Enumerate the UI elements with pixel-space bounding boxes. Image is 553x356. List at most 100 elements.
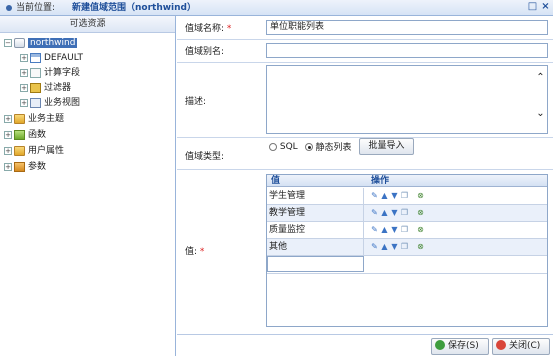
type-option-static-list: 静态列表 (315, 143, 352, 153)
table-row[interactable]: 学生管理 ✎ ▲ ▼ ❐ ⊗ (267, 188, 547, 205)
copy-icon[interactable]: ❐ (400, 191, 409, 200)
row-divider (177, 169, 553, 170)
description-textarea[interactable]: ⌃ ⌄ (266, 65, 548, 134)
tree-item-filters[interactable]: + 过滤器 (20, 81, 71, 95)
user-attribute-icon (14, 145, 25, 156)
tree-item-northwind[interactable]: − northwind (4, 36, 78, 50)
tree-header: 可选资源 (0, 16, 175, 33)
tree-item-label: 过滤器 (44, 83, 72, 93)
move-down-icon[interactable]: ▼ (390, 191, 399, 200)
value-cell[interactable]: 质量监控 (268, 222, 364, 238)
restore-window-icon[interactable]: □ (527, 2, 538, 13)
expand-icon[interactable]: + (4, 130, 12, 139)
move-down-icon[interactable]: ▼ (390, 225, 399, 234)
save-button-label: 保存(S) (448, 341, 479, 351)
save-icon (435, 339, 445, 350)
save-button[interactable]: 保存(S) (431, 338, 489, 355)
expand-icon[interactable]: + (4, 162, 12, 171)
expand-icon[interactable]: + (4, 114, 12, 123)
title-bar: 当前位置: 新建值域范围（northwind） □ × (0, 0, 553, 16)
row-divider (177, 62, 553, 63)
tree-item-business-views[interactable]: + 业务视图 (20, 96, 80, 110)
view-icon (30, 97, 41, 108)
column-header-actions: 操作 (371, 176, 390, 186)
table-icon (30, 52, 41, 63)
edit-icon[interactable]: ✎ (370, 225, 379, 234)
filter-icon (30, 82, 41, 93)
table-row[interactable]: 质量监控 ✎ ▲ ▼ ❐ ⊗ (267, 222, 547, 239)
name-label-text: 值域名称: (185, 24, 225, 34)
copy-icon[interactable]: ❐ (400, 208, 409, 217)
type-radio-static-list[interactable] (304, 142, 313, 151)
move-up-icon[interactable]: ▲ (380, 225, 389, 234)
expand-icon[interactable]: + (20, 68, 28, 77)
scroll-up-icon[interactable]: ⌃ (535, 72, 546, 83)
edit-icon[interactable]: ✎ (370, 191, 379, 200)
copy-icon[interactable]: ❐ (400, 225, 409, 234)
expand-icon[interactable]: + (20, 98, 28, 107)
grid-header: 值 操作 (267, 175, 547, 187)
row-actions: ✎ ▲ ▼ ❐ ⊗ (370, 242, 426, 252)
type-radio-group: SQL 静态列表 (269, 140, 355, 153)
range-name-input[interactable]: 单位职能列表 (266, 20, 548, 35)
location-bullet-icon (6, 5, 12, 11)
value-cell[interactable]: 其他 (268, 239, 364, 255)
delete-icon[interactable]: ⊗ (416, 191, 425, 200)
table-row[interactable]: 其他 ✎ ▲ ▼ ❐ ⊗ (267, 239, 547, 256)
tree-item-label: 业务视图 (44, 98, 81, 108)
tree-item-calculated-fields[interactable]: + 计算字段 (20, 66, 80, 80)
tree-item-functions[interactable]: + 函数 (4, 128, 46, 142)
move-up-icon[interactable]: ▲ (380, 191, 389, 200)
tree-item-label: 计算字段 (44, 68, 81, 78)
type-radio-sql[interactable] (269, 142, 277, 151)
move-down-icon[interactable]: ▼ (390, 208, 399, 217)
tree-item-label: 函数 (28, 130, 47, 140)
table-row[interactable]: 教学管理 ✎ ▲ ▼ ❐ ⊗ (267, 205, 547, 222)
expand-icon[interactable]: + (20, 53, 28, 62)
new-value-input[interactable] (267, 256, 364, 272)
collapse-icon[interactable]: − (4, 38, 12, 47)
move-down-icon[interactable]: ▼ (390, 242, 399, 251)
close-button[interactable]: 关闭(C) (492, 338, 550, 355)
value-cell[interactable]: 教学管理 (268, 205, 364, 221)
value-cell[interactable]: 学生管理 (268, 188, 364, 204)
tree-item-label: northwind (28, 38, 78, 48)
scroll-down-icon[interactable]: ⌄ (535, 108, 546, 119)
batch-import-button[interactable]: 批量导入 (359, 138, 414, 155)
edit-icon[interactable]: ✎ (370, 242, 379, 251)
footer-bar: 保存(S) 关闭(C) (177, 334, 553, 356)
delete-icon[interactable]: ⊗ (416, 225, 425, 234)
required-mark: * (199, 247, 205, 257)
tree-item-user-attributes[interactable]: + 用户属性 (4, 144, 64, 158)
description-label: 描述: (185, 97, 207, 107)
move-up-icon[interactable]: ▲ (380, 208, 389, 217)
close-window-icon[interactable]: × (540, 2, 551, 13)
row-divider (177, 39, 553, 40)
description-scrollbar[interactable]: ⌃ ⌄ (534, 66, 547, 133)
tree-item-parameters[interactable]: + 参数 (4, 160, 46, 174)
tree-item-label: 参数 (28, 162, 47, 172)
tree-item-business-topics[interactable]: + 业务主题 (4, 112, 64, 126)
expand-icon[interactable]: + (20, 83, 28, 92)
folder-icon (14, 113, 25, 124)
close-button-label: 关闭(C) (509, 341, 541, 351)
delete-icon[interactable]: ⊗ (416, 208, 425, 217)
new-row[interactable] (267, 256, 547, 274)
expand-icon[interactable]: + (4, 146, 12, 155)
tree-item-label: DEFAULT (44, 53, 83, 63)
values-label: 值: * (185, 244, 204, 257)
type-option-sql: SQL (279, 141, 298, 152)
range-alias-input[interactable] (266, 43, 548, 58)
name-label: 值域名称: * (185, 21, 231, 34)
calculator-icon (30, 67, 41, 78)
function-icon (14, 129, 25, 140)
tree-item-default[interactable]: + DEFAULT (20, 51, 83, 65)
required-mark: * (226, 24, 232, 34)
copy-icon[interactable]: ❐ (400, 242, 409, 251)
delete-icon[interactable]: ⊗ (416, 242, 425, 251)
resource-tree-panel: 可选资源 − northwind + DEFAULT + 计算字段 + 过滤器 + 业务视… (0, 16, 176, 356)
database-icon (14, 37, 25, 48)
move-up-icon[interactable]: ▲ (380, 242, 389, 251)
edit-icon[interactable]: ✎ (370, 208, 379, 217)
values-label-text: 值: (185, 247, 198, 257)
